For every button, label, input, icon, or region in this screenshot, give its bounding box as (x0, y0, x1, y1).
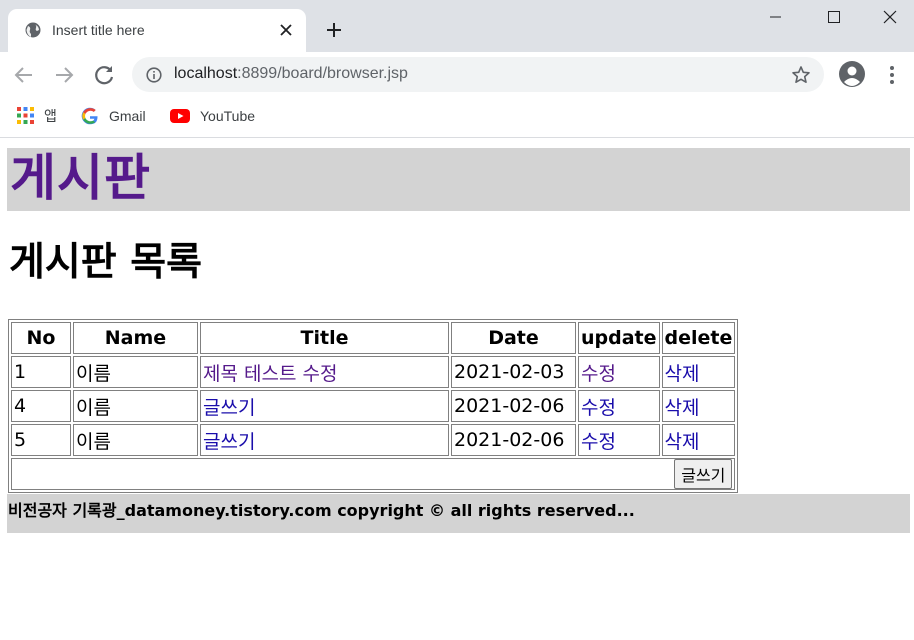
cell-delete: 삭제 (661, 390, 736, 422)
write-button[interactable]: 글쓰기 (674, 459, 733, 489)
cell-update: 수정 (578, 356, 660, 388)
profile-avatar-icon[interactable] (838, 60, 866, 88)
site-title: 게시판 (10, 149, 151, 207)
browser-toolbar: localhost:8899/board/browser.jsp (0, 52, 914, 98)
bookmark-gmail[interactable]: Gmail (81, 98, 146, 133)
address-bar[interactable]: localhost:8899/board/browser.jsp (132, 57, 824, 92)
table-footer-row: 글쓰기 (11, 458, 736, 490)
site-header: 게시판 (7, 148, 910, 211)
maximize-icon[interactable] (810, 0, 856, 34)
minimize-icon[interactable] (752, 0, 798, 34)
new-tab-icon[interactable] (325, 21, 343, 39)
bookmark-label: YouTube (200, 107, 256, 124)
write-cell: 글쓰기 (11, 458, 736, 490)
column-header-date: Date (451, 322, 576, 354)
web-page: 게시판 게시판 목록 No Name Title Date update del… (0, 138, 914, 640)
cell-name: 이름 (73, 356, 198, 388)
more-menu-icon[interactable] (882, 63, 902, 87)
cell-update: 수정 (578, 390, 660, 422)
url-path: :8899/board/browser.jsp (237, 65, 408, 82)
google-icon (81, 107, 98, 124)
cell-delete: 삭제 (661, 356, 736, 388)
bookmark-star-icon[interactable] (791, 65, 811, 85)
window-close-icon[interactable] (867, 0, 913, 34)
close-tab-icon[interactable] (278, 22, 294, 38)
delete-link[interactable]: 삭제 (665, 397, 700, 419)
bookmark-youtube[interactable]: YouTube (170, 98, 255, 133)
page-title: 게시판 목록 (9, 240, 202, 285)
apps-icon (17, 107, 34, 124)
globe-icon (25, 22, 41, 38)
url-host: localhost (174, 65, 238, 82)
cell-no: 1 (11, 356, 71, 388)
tab-strip: Insert title here (0, 0, 914, 52)
youtube-icon (170, 108, 190, 123)
site-footer: 비전공자 기록광_datamoney.tistory.com copyright… (7, 494, 910, 533)
update-link[interactable]: 수정 (581, 431, 616, 453)
bookmark-apps[interactable]: 앱 (17, 98, 57, 133)
bookmarks-bar: 앱 Gmail YouTube (0, 98, 914, 138)
board-table: No Name Title Date update delete 1 이름 제목… (8, 319, 739, 493)
cell-date: 2021-02-03 (451, 356, 576, 388)
delete-link[interactable]: 삭제 (665, 431, 700, 453)
column-header-title: Title (200, 322, 449, 354)
url-text[interactable]: localhost:8899/board/browser.jsp (174, 65, 408, 83)
cell-no: 5 (11, 424, 71, 456)
column-header-no: No (11, 322, 71, 354)
column-header-update: update (578, 322, 660, 354)
cell-name: 이름 (73, 424, 198, 456)
cell-title: 글쓰기 (200, 424, 449, 456)
cell-name: 이름 (73, 390, 198, 422)
footer-copyright: 비전공자 기록광_datamoney.tistory.com copyright… (8, 501, 635, 520)
tab-title: Insert title here (52, 22, 145, 38)
delete-link[interactable]: 삭제 (665, 363, 700, 385)
cell-title: 제목 테스트 수정 (200, 356, 449, 388)
column-header-name: Name (73, 322, 198, 354)
table-row: 5 이름 글쓰기 2021-02-06 수정 삭제 (11, 424, 736, 456)
title-link[interactable]: 제목 테스트 수정 (203, 363, 337, 385)
cell-title: 글쓰기 (200, 390, 449, 422)
bookmark-label: Gmail (109, 107, 146, 124)
table-row: 1 이름 제목 테스트 수정 2021-02-03 수정 삭제 (11, 356, 736, 388)
column-header-delete: delete (661, 322, 736, 354)
update-link[interactable]: 수정 (581, 363, 616, 385)
back-arrow-icon[interactable] (11, 62, 37, 88)
cell-delete: 삭제 (661, 424, 736, 456)
title-link[interactable]: 글쓰기 (203, 431, 255, 453)
browser-tab[interactable]: Insert title here (8, 9, 306, 52)
title-link[interactable]: 글쓰기 (203, 397, 255, 419)
cell-update: 수정 (578, 424, 660, 456)
update-link[interactable]: 수정 (581, 397, 616, 419)
table-header-row: No Name Title Date update delete (11, 322, 736, 354)
reload-icon[interactable] (91, 62, 117, 88)
cell-date: 2021-02-06 (451, 424, 576, 456)
forward-arrow-icon[interactable] (51, 62, 77, 88)
bookmark-label: 앱 (44, 107, 57, 124)
cell-no: 4 (11, 390, 71, 422)
cell-date: 2021-02-06 (451, 390, 576, 422)
info-icon[interactable] (146, 67, 162, 83)
table-row: 4 이름 글쓰기 2021-02-06 수정 삭제 (11, 390, 736, 422)
